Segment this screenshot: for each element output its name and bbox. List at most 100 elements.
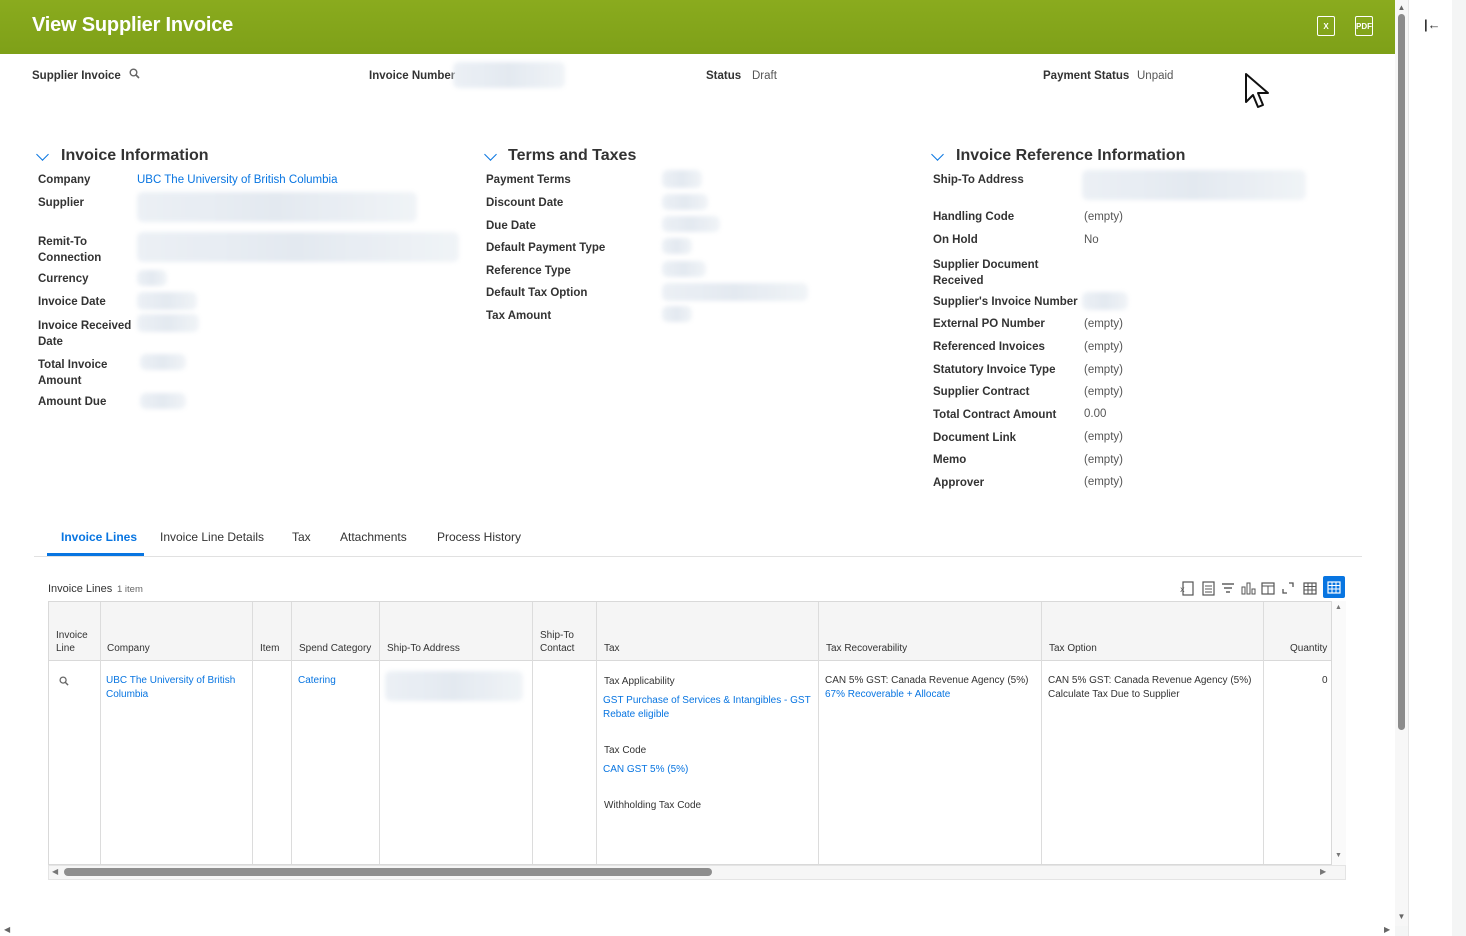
tax-amount-label: Tax Amount [486, 310, 551, 322]
suppliers-invoice-number-value [1082, 292, 1128, 310]
fullscreen-icon[interactable] [1280, 580, 1296, 596]
supplier-value[interactable] [137, 192, 417, 222]
invoice-reference-chevron-icon[interactable] [931, 148, 944, 161]
total-invoice-amount-label: Total InvoiceAmount [38, 357, 107, 389]
company-label: Company [38, 174, 90, 186]
grid-view-icon[interactable] [1323, 576, 1345, 598]
on-hold-value: No [1084, 234, 1099, 246]
handling-code-value: (empty) [1084, 211, 1123, 223]
header-ship-to-contact[interactable]: Ship-ToContact [540, 629, 574, 655]
pdf-export-icon[interactable]: PDF [1355, 16, 1373, 36]
approver-value: (empty) [1084, 476, 1123, 488]
excel-export-icon[interactable]: X [1317, 16, 1335, 36]
header-ship-to-address[interactable]: Ship-To Address [387, 642, 460, 655]
discount-date-label: Discount Date [486, 197, 563, 209]
statutory-invoice-type-label: Statutory Invoice Type [933, 364, 1055, 376]
tax-applicability-link[interactable]: GST Purchase of Services & Intangibles -… [603, 694, 811, 722]
header-company[interactable]: Company [107, 642, 150, 655]
tax-code-label: Tax Code [604, 744, 646, 758]
total-contract-amount-label: Total Contract Amount [933, 409, 1056, 421]
invoice-information-chevron-icon[interactable] [36, 148, 49, 161]
invoice-number-label: Invoice Number [369, 70, 455, 82]
due-date-value [662, 216, 720, 232]
scroll-down-icon[interactable]: ▼ [1397, 912, 1406, 921]
external-po-number-label: External PO Number [933, 318, 1045, 330]
statutory-invoice-type-value: (empty) [1084, 364, 1123, 376]
header-quantity[interactable]: Quantity [1290, 642, 1327, 655]
grid-horizontal-scroll-thumb[interactable] [64, 868, 712, 876]
header-tax-option[interactable]: Tax Option [1049, 642, 1097, 655]
grid-vertical-scrollbar[interactable] [1332, 601, 1346, 865]
referenced-invoices-label: Referenced Invoices [933, 341, 1045, 353]
amount-due-label: Amount Due [38, 396, 106, 408]
header-item[interactable]: Item [260, 642, 279, 655]
external-po-number-value: (empty) [1084, 318, 1123, 330]
tax-code-link[interactable]: CAN GST 5% (5%) [603, 763, 688, 777]
row-spend-category-link[interactable]: Catering [298, 674, 336, 688]
grid-item-count: 1 item [117, 584, 143, 595]
chart-icon[interactable] [1240, 580, 1256, 596]
row-ship-to-address[interactable] [385, 671, 523, 701]
remit-to-connection-value[interactable] [137, 232, 459, 262]
page-scroll-left-icon[interactable]: ◀ [4, 925, 10, 934]
ship-to-address-value[interactable] [1082, 170, 1306, 200]
scroll-up-icon[interactable]: ▲ [1397, 3, 1406, 12]
memo-value: (empty) [1084, 454, 1123, 466]
grid-scroll-down-icon[interactable]: ▼ [1335, 852, 1342, 859]
tab-invoice-line-details[interactable]: Invoice Line Details [160, 530, 264, 544]
row-search-icon[interactable] [59, 675, 69, 689]
grid-scroll-up-icon[interactable]: ▲ [1335, 604, 1342, 611]
total-invoice-amount-value [140, 354, 186, 370]
column-settings-icon[interactable] [1260, 580, 1276, 596]
memo-label: Memo [933, 454, 966, 466]
filter-icon[interactable] [1220, 580, 1236, 596]
payment-terms-value [662, 170, 702, 188]
tax-recoverability-link[interactable]: 67% Recoverable + Allocate [825, 688, 950, 702]
document-link-value: (empty) [1084, 431, 1123, 443]
reference-type-label: Reference Type [486, 265, 571, 277]
grid-scroll-right-icon[interactable]: ▶ [1320, 867, 1326, 876]
invoice-received-date-label: Invoice ReceivedDate [38, 318, 131, 350]
payment-terms-label: Payment Terms [486, 174, 571, 186]
withholding-tax-code-label: Withholding Tax Code [604, 799, 701, 813]
header-invoice-line[interactable]: InvoiceLine [56, 629, 88, 655]
search-icon[interactable] [129, 68, 140, 82]
page-header: View Supplier Invoice X PDF [0, 0, 1395, 54]
tab-process-history[interactable]: Process History [437, 530, 521, 544]
payment-status-value: Unpaid [1137, 70, 1173, 82]
reference-type-value [662, 261, 706, 277]
tab-invoice-lines[interactable]: Invoice Lines [61, 530, 137, 544]
tab-tax[interactable]: Tax [292, 530, 311, 544]
supplier-contract-value: (empty) [1084, 386, 1123, 398]
header-tax[interactable]: Tax [604, 642, 620, 655]
grid-header [49, 602, 1331, 661]
default-tax-option-value [662, 283, 808, 301]
tax-applicability-label: Tax Applicability [604, 675, 675, 689]
tab-attachments[interactable]: Attachments [340, 530, 407, 544]
ship-to-address-label: Ship-To Address [933, 174, 1024, 186]
supplier-document-received-label: Supplier DocumentReceived [933, 257, 1038, 289]
export-pdf-icon[interactable] [1200, 580, 1216, 596]
page-scroll-right-icon[interactable]: ▶ [1384, 925, 1390, 934]
svg-text:x: x [1180, 585, 1185, 594]
header-tax-recoverability[interactable]: Tax Recoverability [826, 642, 907, 655]
default-payment-type-label: Default Payment Type [486, 242, 605, 254]
grid-title: Invoice Lines [48, 583, 112, 595]
tax-recoverability-value: CAN 5% GST: Canada Revenue Agency (5%) [825, 674, 1028, 688]
suppliers-invoice-number-label: Supplier's Invoice Number [933, 296, 1078, 308]
invoice-reference-title: Invoice Reference Information [956, 147, 1185, 165]
remit-to-connection-label: Remit-ToConnection [38, 234, 101, 266]
company-link[interactable]: UBC The University of British Columbia [137, 174, 337, 186]
table-view-icon[interactable] [1302, 580, 1318, 596]
grid-scroll-left-icon[interactable]: ◀ [52, 867, 58, 876]
collapse-panel-icon[interactable]: |← [1424, 17, 1441, 32]
header-spend-category[interactable]: Spend Category [299, 642, 371, 655]
terms-and-taxes-chevron-icon[interactable] [484, 148, 497, 161]
export-excel-icon[interactable]: x [1179, 580, 1195, 596]
page-vertical-scroll-thumb[interactable] [1398, 14, 1405, 730]
payment-status-label: Payment Status [1043, 70, 1129, 82]
invoice-information-title: Invoice Information [61, 147, 209, 165]
due-date-label: Due Date [486, 220, 536, 232]
row-company-link[interactable]: UBC The University of BritishColumbia [106, 674, 235, 702]
supplier-contract-label: Supplier Contract [933, 386, 1029, 398]
